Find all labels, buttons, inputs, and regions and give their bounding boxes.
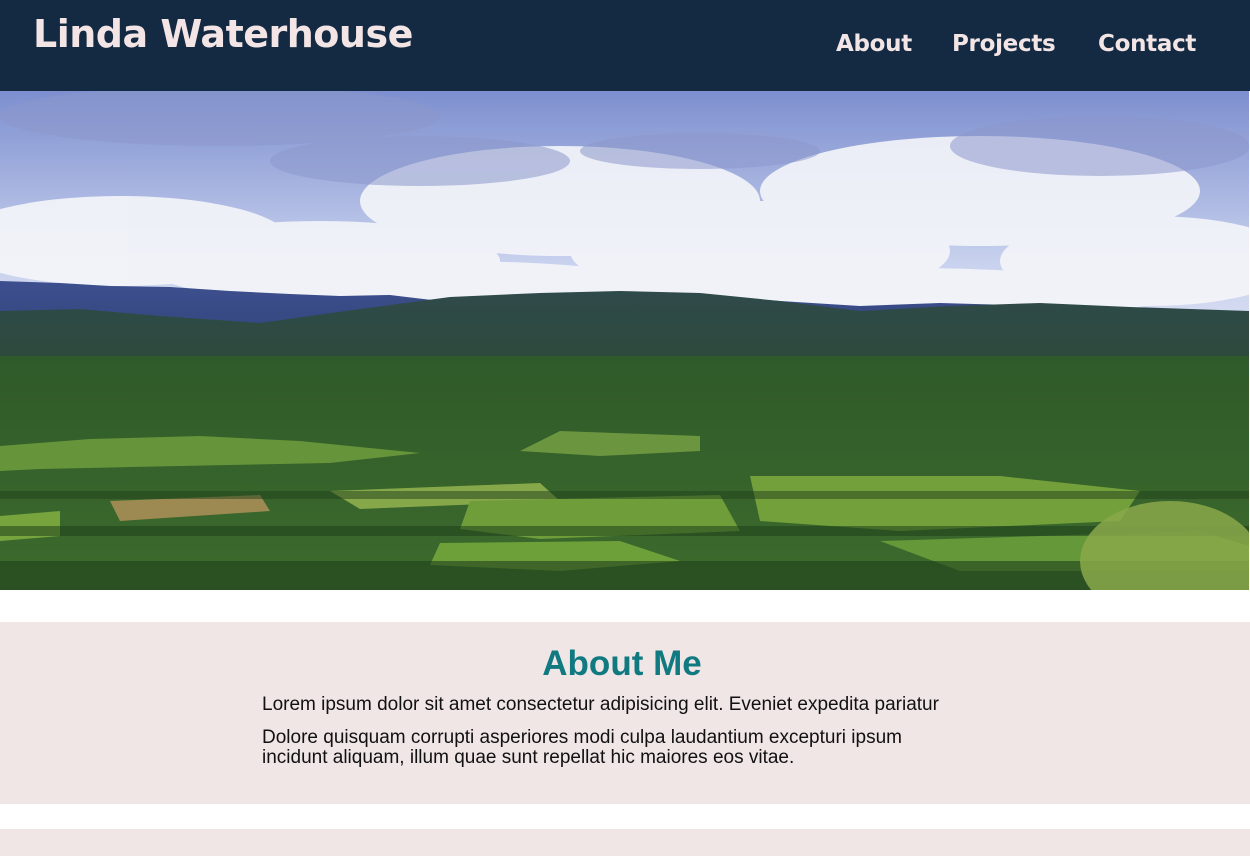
nav-link-contact[interactable]: Contact: [1098, 31, 1196, 57]
about-paragraph: Dolore quisquam corrupti asperiores modi…: [262, 727, 902, 768]
nav-link-projects[interactable]: Projects: [952, 31, 1056, 57]
about-heading: About Me: [542, 644, 702, 683]
nav-link-about[interactable]: About: [836, 31, 912, 57]
hero-image: [0, 91, 1249, 590]
about-section: About Me Lorem ipsum dolor sit amet cons…: [0, 622, 1250, 804]
nav-links: About Projects Contact: [0, 31, 1250, 65]
next-section: [0, 829, 1250, 856]
navbar: Linda Waterhouse About Projects Contact: [0, 0, 1250, 91]
about-paragraph: Lorem ipsum dolor sit amet consectetur a…: [262, 694, 939, 715]
